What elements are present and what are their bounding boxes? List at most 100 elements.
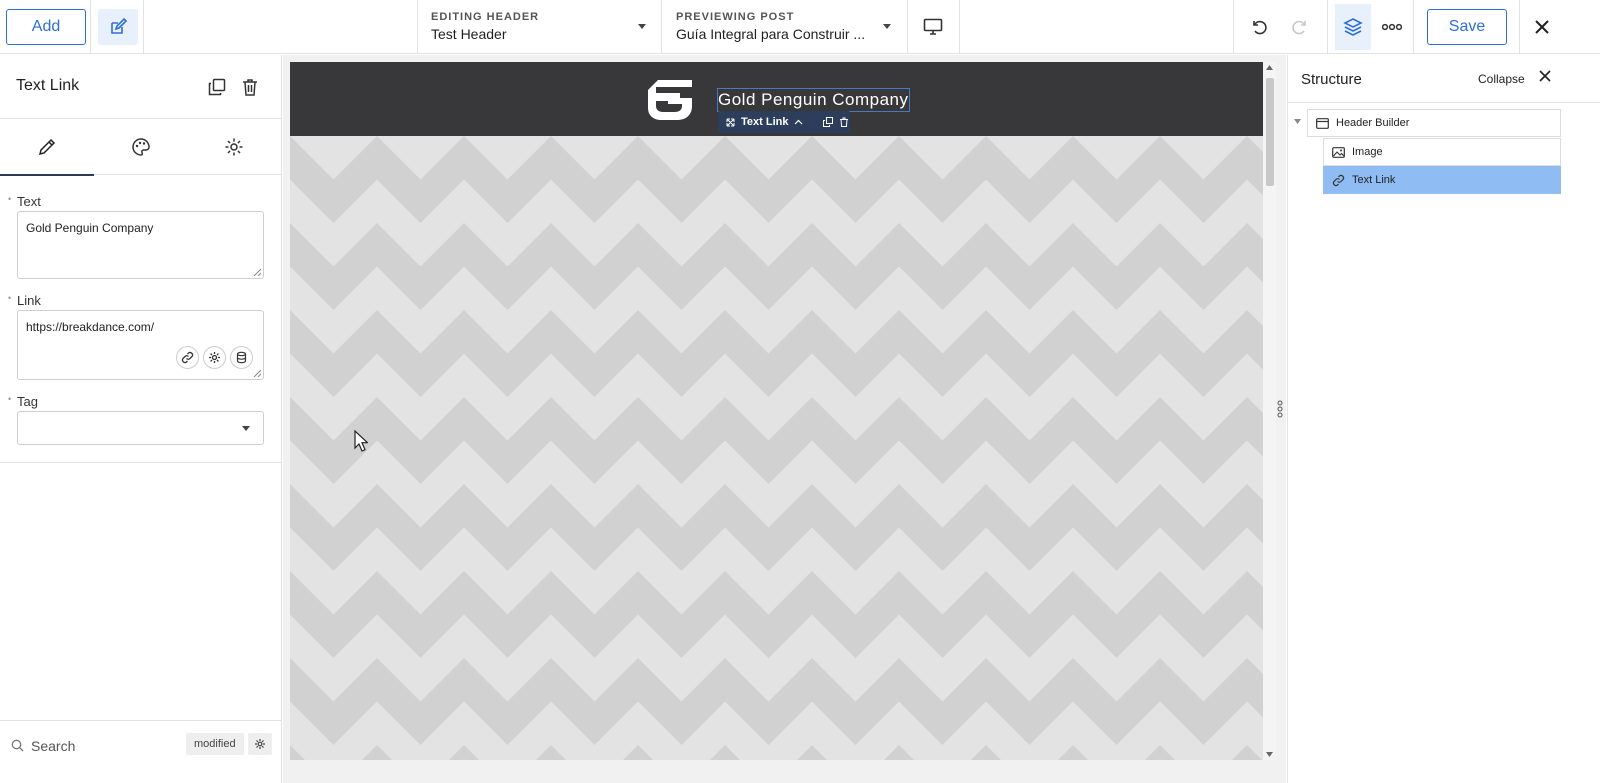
tab-style[interactable] [94,119,188,175]
tag-field-label: Tag [8,394,38,409]
link-field-actions [176,346,253,369]
tree-item-label: Header Builder [1336,117,1410,129]
gold-penguin-logo[interactable] [642,76,698,120]
tree-item-text-link[interactable]: Text Link [1323,166,1561,194]
tree-item-label: Text Link [1352,174,1396,186]
desktop-view-button[interactable] [920,14,946,40]
search-icon [11,739,24,752]
edit-mode-button[interactable] [98,9,138,45]
editing-header-value: Test Header [431,26,507,42]
undo-button[interactable] [1246,14,1272,40]
close-icon[interactable] [1538,69,1558,89]
tree-item-label: Image [1352,146,1383,158]
divider [1519,0,1520,54]
link-icon[interactable] [176,346,199,369]
panel-tabs [0,118,281,176]
builder-canvas: Gold Penguin Company Text Link [283,55,1286,783]
close-builder-button[interactable] [1529,14,1555,40]
layers-icon [1343,17,1363,37]
structure-panel: Structure Collapse Header Builder Image … [1287,55,1600,783]
editing-header-selector[interactable]: EDITING HEADER Test Header [431,0,656,54]
divider [959,0,960,54]
add-button[interactable]: Add [6,9,86,45]
previewing-post-value: Guía Integral para Construir ... [676,26,866,42]
caret-down-icon [242,426,250,431]
divider [0,462,281,463]
more-horizontal-icon [1382,23,1402,31]
divider [417,0,418,54]
divider [907,0,908,54]
divider [90,0,91,54]
element-properties-panel: Text Link Text Gold Penguin Company Lin [0,55,282,783]
tree-item-image[interactable]: Image [1323,138,1561,166]
structure-toggle-button[interactable] [1335,4,1371,50]
text-field-label: Text [8,194,41,209]
caret-down-icon[interactable] [1294,119,1301,124]
page-preview: Gold Penguin Company Text Link [290,62,1264,760]
scroll-down-icon[interactable] [1266,752,1273,757]
top-toolbar: Add EDITING HEADER Test Header PREVIEWIN… [0,0,1600,54]
text-field-value: Gold Penguin Company [26,221,154,235]
caret-down-icon[interactable] [638,24,646,30]
redo-icon [1290,17,1310,37]
structure-title: Structure [1301,71,1362,88]
panel-footer: Search modified [0,720,281,783]
editing-header-label: EDITING HEADER [431,11,540,23]
link-icon [1332,174,1345,187]
divider [661,0,662,54]
mouse-pointer-icon [354,430,368,452]
gear-icon [224,137,244,157]
scroll-up-icon[interactable] [1266,65,1273,70]
drag-move-icon[interactable] [726,118,735,127]
trash-icon[interactable] [839,117,849,127]
redo-button[interactable] [1287,14,1313,40]
resize-grip-icon[interactable] [253,268,261,276]
text-field[interactable]: Gold Penguin Company [17,211,264,279]
tab-settings[interactable] [187,119,281,175]
resize-grip-icon[interactable] [253,369,261,377]
search-input[interactable]: Search [31,738,75,754]
canvas-scrollbar[interactable] [1263,62,1276,760]
database-icon[interactable] [230,346,253,369]
previewing-post-label: PREVIEWING POST [676,11,795,23]
selected-element-toolbar: Text Link [718,111,850,133]
previewing-post-selector[interactable]: PREVIEWING POST Guía Integral para Const… [676,0,876,54]
monitor-icon [923,18,943,36]
site-title-text-link[interactable]: Gold Penguin Company [717,88,910,112]
palette-icon [131,137,151,157]
pencil-icon [37,137,57,157]
selected-element-label: Text Link [741,116,789,128]
tree-item-header-builder[interactable]: Header Builder [1307,109,1561,137]
more-options-button[interactable] [1379,14,1405,40]
undo-icon [1249,17,1269,37]
chevron-background-pattern [290,136,1264,760]
scrollbar-thumb[interactable] [1266,78,1274,186]
trash-icon[interactable] [240,77,260,97]
panel-title: Text Link [16,77,80,94]
divider [1288,102,1600,103]
divider [1413,0,1414,54]
pencil-square-icon [108,17,128,37]
search-settings-button[interactable] [248,733,272,755]
close-icon [1534,19,1550,35]
link-field-label: Link [8,293,41,308]
tab-content[interactable] [0,119,94,176]
modified-filter-chip[interactable]: modified [186,733,244,755]
caret-down-icon[interactable] [883,24,891,30]
chevron-up-icon[interactable] [794,119,803,125]
duplicate-icon[interactable] [207,77,227,97]
divider [143,0,144,54]
link-field-value: https://breakdance.com/ [26,320,155,334]
site-header[interactable]: Gold Penguin Company Text Link [290,62,1264,136]
collapse-button[interactable]: Collapse [1478,72,1525,86]
duplicate-icon[interactable] [823,117,834,127]
save-button[interactable]: Save [1427,9,1507,45]
header-icon [1316,117,1329,129]
divider [1233,0,1234,54]
gear-icon [254,738,266,750]
panel-resize-handle-icon[interactable] [1276,399,1284,419]
gear-icon[interactable] [203,346,226,369]
tag-select[interactable] [17,411,264,445]
image-icon [1332,146,1345,158]
link-field[interactable]: https://breakdance.com/ [17,310,264,380]
